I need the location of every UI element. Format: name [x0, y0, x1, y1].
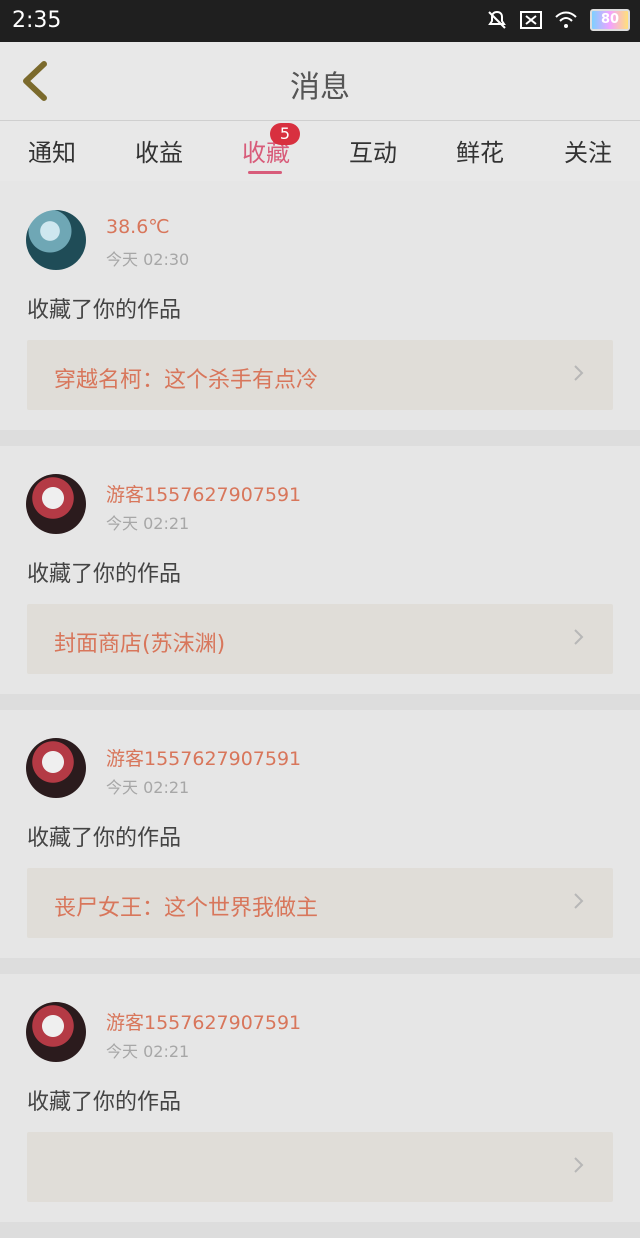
- timestamp: 今天 02:21: [106, 514, 190, 533]
- action-text: 收藏了你的作品: [27, 298, 182, 323]
- wifi-icon: [555, 11, 577, 28]
- timestamp: 今天 02:30: [106, 250, 190, 269]
- page-title: 消息: [290, 70, 350, 105]
- tab-favorites[interactable]: 收藏 5: [226, 123, 306, 168]
- signal-off-icon: [520, 11, 542, 29]
- avatar[interactable]: [26, 1002, 86, 1062]
- status-icons: 80: [486, 9, 630, 31]
- status-bar: 2:35 80: [0, 0, 640, 42]
- chevron-right-icon: [574, 1157, 584, 1173]
- username[interactable]: 游客1557627907591: [106, 744, 301, 771]
- tab-follow[interactable]: 关注: [548, 133, 628, 168]
- avatar[interactable]: [26, 210, 86, 270]
- battery-icon: 80: [590, 9, 630, 31]
- feed-item: 38.6℃ 今天 02:30 收藏了你的作品 穿越名柯：这个杀手有点冷: [0, 182, 640, 446]
- username[interactable]: 游客1557627907591: [106, 480, 301, 507]
- work-link[interactable]: 丧尸女王：这个世界我做主: [27, 868, 613, 938]
- active-tab-indicator: [248, 171, 282, 174]
- username[interactable]: 38.6℃: [106, 216, 170, 238]
- work-link[interactable]: [27, 1132, 613, 1202]
- action-text: 收藏了你的作品: [27, 826, 182, 851]
- work-title: 丧尸女王：这个世界我做主: [54, 896, 319, 921]
- tab-bar: 通知 收益 收藏 5 互动 鲜花 关注: [0, 121, 640, 181]
- timestamp: 今天 02:21: [106, 778, 190, 797]
- tab-label: 关注: [564, 139, 612, 167]
- tab-label: 通知: [28, 139, 76, 167]
- work-title: 穿越名柯：这个杀手有点冷: [54, 368, 319, 393]
- username[interactable]: 游客1557627907591: [106, 1008, 301, 1035]
- favorites-feed: 38.6℃ 今天 02:30 收藏了你的作品 穿越名柯：这个杀手有点冷 游客15…: [0, 182, 640, 1238]
- tab-label: 互动: [349, 139, 397, 167]
- avatar[interactable]: [26, 738, 86, 798]
- tab-label: 收益: [135, 139, 183, 167]
- work-title: 封面商店(苏沫渊): [54, 632, 226, 657]
- tab-notice[interactable]: 通知: [12, 133, 92, 168]
- tab-label: 鲜花: [456, 139, 504, 167]
- work-link[interactable]: 封面商店(苏沫渊): [27, 604, 613, 674]
- work-link[interactable]: 穿越名柯：这个杀手有点冷: [27, 340, 613, 410]
- feed-item: 游客1557627907591 今天 02:21 收藏了你的作品 丧尸女王：这个…: [0, 710, 640, 974]
- feed-item: 游客1557627907591 今天 02:21 收藏了你的作品 封面商店(苏沫…: [0, 446, 640, 710]
- feed-item: 游客1557627907591 今天 02:21 收藏了你的作品: [0, 974, 640, 1238]
- status-time: 2:35: [12, 8, 62, 33]
- timestamp: 今天 02:21: [106, 1042, 190, 1061]
- tab-interaction[interactable]: 互动: [333, 133, 413, 168]
- chevron-right-icon: [574, 893, 584, 909]
- top-header: 消息: [0, 42, 640, 121]
- mute-bell-icon: [488, 10, 506, 29]
- unread-badge: 5: [270, 123, 300, 145]
- action-text: 收藏了你的作品: [27, 562, 182, 587]
- chevron-right-icon: [574, 629, 584, 645]
- action-text: 收藏了你的作品: [27, 1090, 182, 1115]
- avatar[interactable]: [26, 474, 86, 534]
- tab-income[interactable]: 收益: [119, 133, 199, 168]
- chevron-right-icon: [574, 365, 584, 381]
- tab-flowers[interactable]: 鲜花: [440, 133, 520, 168]
